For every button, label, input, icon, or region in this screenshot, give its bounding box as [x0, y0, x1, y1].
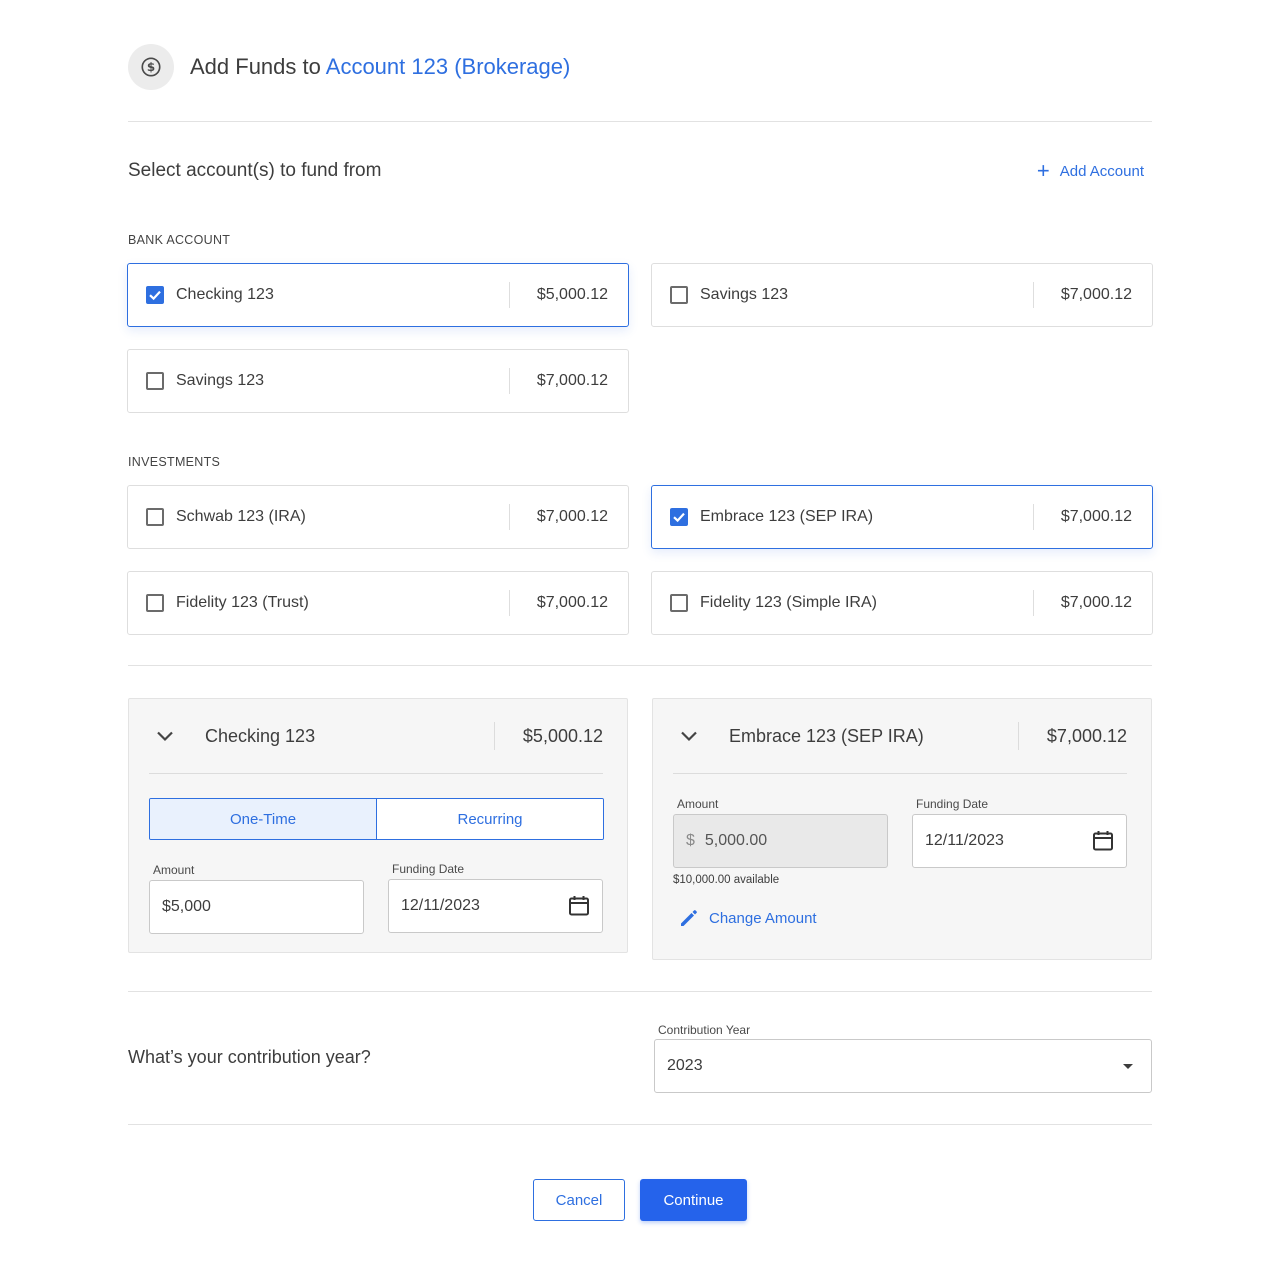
panel-account-name: Embrace 123 (SEP IRA) [729, 725, 924, 746]
account-balance: $7,000.12 [536, 508, 608, 525]
account-name: Checking 123 [176, 286, 274, 303]
change-amount-label: Change Amount [709, 909, 817, 927]
amount-label: Amount [153, 863, 195, 877]
funding-date-label: Funding Date [392, 862, 465, 876]
change-amount-button[interactable]: Change Amount [679, 908, 817, 928]
contribution-year-select[interactable]: 2023 [654, 1039, 1152, 1093]
amount-label: Amount [677, 797, 719, 811]
panel-account-balance: $5,000.12 [522, 725, 603, 746]
title-account-link[interactable]: Account 123 (Brokerage) [326, 54, 571, 79]
checkbox[interactable] [146, 372, 164, 390]
add-account-button[interactable]: + Add Account [1037, 160, 1144, 182]
checkbox-checked[interactable] [146, 286, 164, 304]
add-account-label: Add Account [1059, 162, 1144, 180]
toggle-recurring[interactable]: Recurring [376, 799, 603, 839]
panel-header: Checking 123 $5,000.12 [149, 699, 603, 773]
currency-prefix: $ [686, 832, 695, 849]
funding-date-value: 12/11/2023 [925, 832, 1004, 849]
divider [149, 773, 603, 774]
account-name: Fidelity 123 (Trust) [176, 594, 309, 611]
account-card-schwab[interactable]: Schwab 123 (IRA) $7,000.12 [127, 485, 629, 549]
panel-account-name: Checking 123 [205, 725, 316, 746]
dropdown-caret-icon [1123, 1064, 1133, 1069]
contribution-question: What’s your contribution year? [128, 1047, 371, 1067]
panel-account-balance: $7,000.12 [1046, 725, 1127, 746]
amount-value: 5,000.00 [704, 832, 768, 849]
account-balance: $7,000.12 [536, 594, 608, 611]
funding-date-input[interactable]: 12/11/2023 [388, 879, 603, 933]
calendar-icon[interactable] [1092, 830, 1114, 857]
toggle-one-time[interactable]: One-Time [150, 799, 376, 839]
checkbox[interactable] [670, 594, 688, 612]
contribution-year-label: Contribution Year [658, 1023, 751, 1037]
panel-header: Embrace 123 (SEP IRA) $7,000.12 [673, 699, 1127, 773]
page-title: Add Funds to Account 123 (Brokerage) [190, 54, 570, 80]
funding-date-value: 12/11/2023 [401, 897, 480, 914]
checkbox[interactable] [146, 508, 164, 526]
available-balance-text: $10,000.00 available [673, 874, 780, 886]
account-card-checking[interactable]: Checking 123 $5,000.12 [127, 263, 629, 327]
chevron-down-icon[interactable] [149, 730, 181, 742]
divider [128, 991, 1152, 992]
checkbox[interactable] [670, 286, 688, 304]
continue-button[interactable]: Continue [640, 1179, 747, 1221]
account-balance: $7,000.12 [1060, 286, 1132, 303]
divider [128, 121, 1152, 122]
title-prefix: Add Funds to [190, 54, 326, 79]
account-card-fidelity-simple[interactable]: Fidelity 123 (Simple IRA) $7,000.12 [651, 571, 1153, 635]
account-name: Savings 123 [176, 372, 265, 389]
dialog-header: $ Add Funds to Account 123 (Brokerage) [128, 44, 570, 90]
funding-panel-checking: Checking 123 $5,000.12 One-Time Recurrin… [128, 698, 628, 953]
account-balance: $7,000.12 [1060, 508, 1132, 525]
checkbox-checked[interactable] [670, 508, 688, 526]
calendar-icon[interactable] [568, 895, 590, 922]
account-card-savings-2[interactable]: Savings 123 $7,000.12 [127, 349, 629, 413]
contribution-year-value: 2023 [667, 1057, 703, 1074]
cancel-button[interactable]: Cancel [533, 1179, 625, 1221]
svg-text:$: $ [147, 60, 155, 74]
amount-input[interactable]: $5,000 [149, 880, 364, 934]
pencil-icon [681, 910, 697, 926]
account-balance: $7,000.12 [1060, 594, 1132, 611]
group-label-bank: BANK ACCOUNT [128, 233, 231, 247]
funding-date-label: Funding Date [916, 797, 989, 811]
divider [128, 1124, 1152, 1125]
account-name: Fidelity 123 (Simple IRA) [700, 594, 877, 611]
frequency-toggle: One-Time Recurring [149, 798, 604, 840]
account-balance: $7,000.12 [536, 372, 608, 389]
group-label-investments: INVESTMENTS [128, 455, 221, 469]
funding-panel-embrace: Embrace 123 (SEP IRA) $7,000.12 Amount $… [652, 698, 1152, 960]
account-balance: $5,000.12 [536, 286, 608, 303]
account-card-savings[interactable]: Savings 123 $7,000.12 [651, 263, 1153, 327]
divider [128, 665, 1152, 666]
account-name: Embrace 123 (SEP IRA) [700, 508, 874, 525]
chevron-down-icon[interactable] [673, 730, 705, 742]
checkbox[interactable] [146, 594, 164, 612]
funding-date-input[interactable]: 12/11/2023 [912, 814, 1127, 868]
section-title: Select account(s) to fund from [128, 160, 382, 181]
amount-input-disabled: $ 5,000.00 [673, 814, 888, 868]
account-name: Savings 123 [700, 286, 789, 303]
amount-value: $5,000 [162, 898, 211, 915]
account-name: Schwab 123 (IRA) [176, 508, 306, 525]
divider [673, 773, 1127, 774]
add-funds-dialog: $ Add Funds to Account 123 (Brokerage) S… [0, 0, 1280, 1266]
plus-icon: + [1036, 158, 1050, 183]
dollar-circle-icon: $ [128, 44, 174, 90]
account-card-fidelity-trust[interactable]: Fidelity 123 (Trust) $7,000.12 [127, 571, 629, 635]
account-card-embrace[interactable]: Embrace 123 (SEP IRA) $7,000.12 [651, 485, 1153, 549]
